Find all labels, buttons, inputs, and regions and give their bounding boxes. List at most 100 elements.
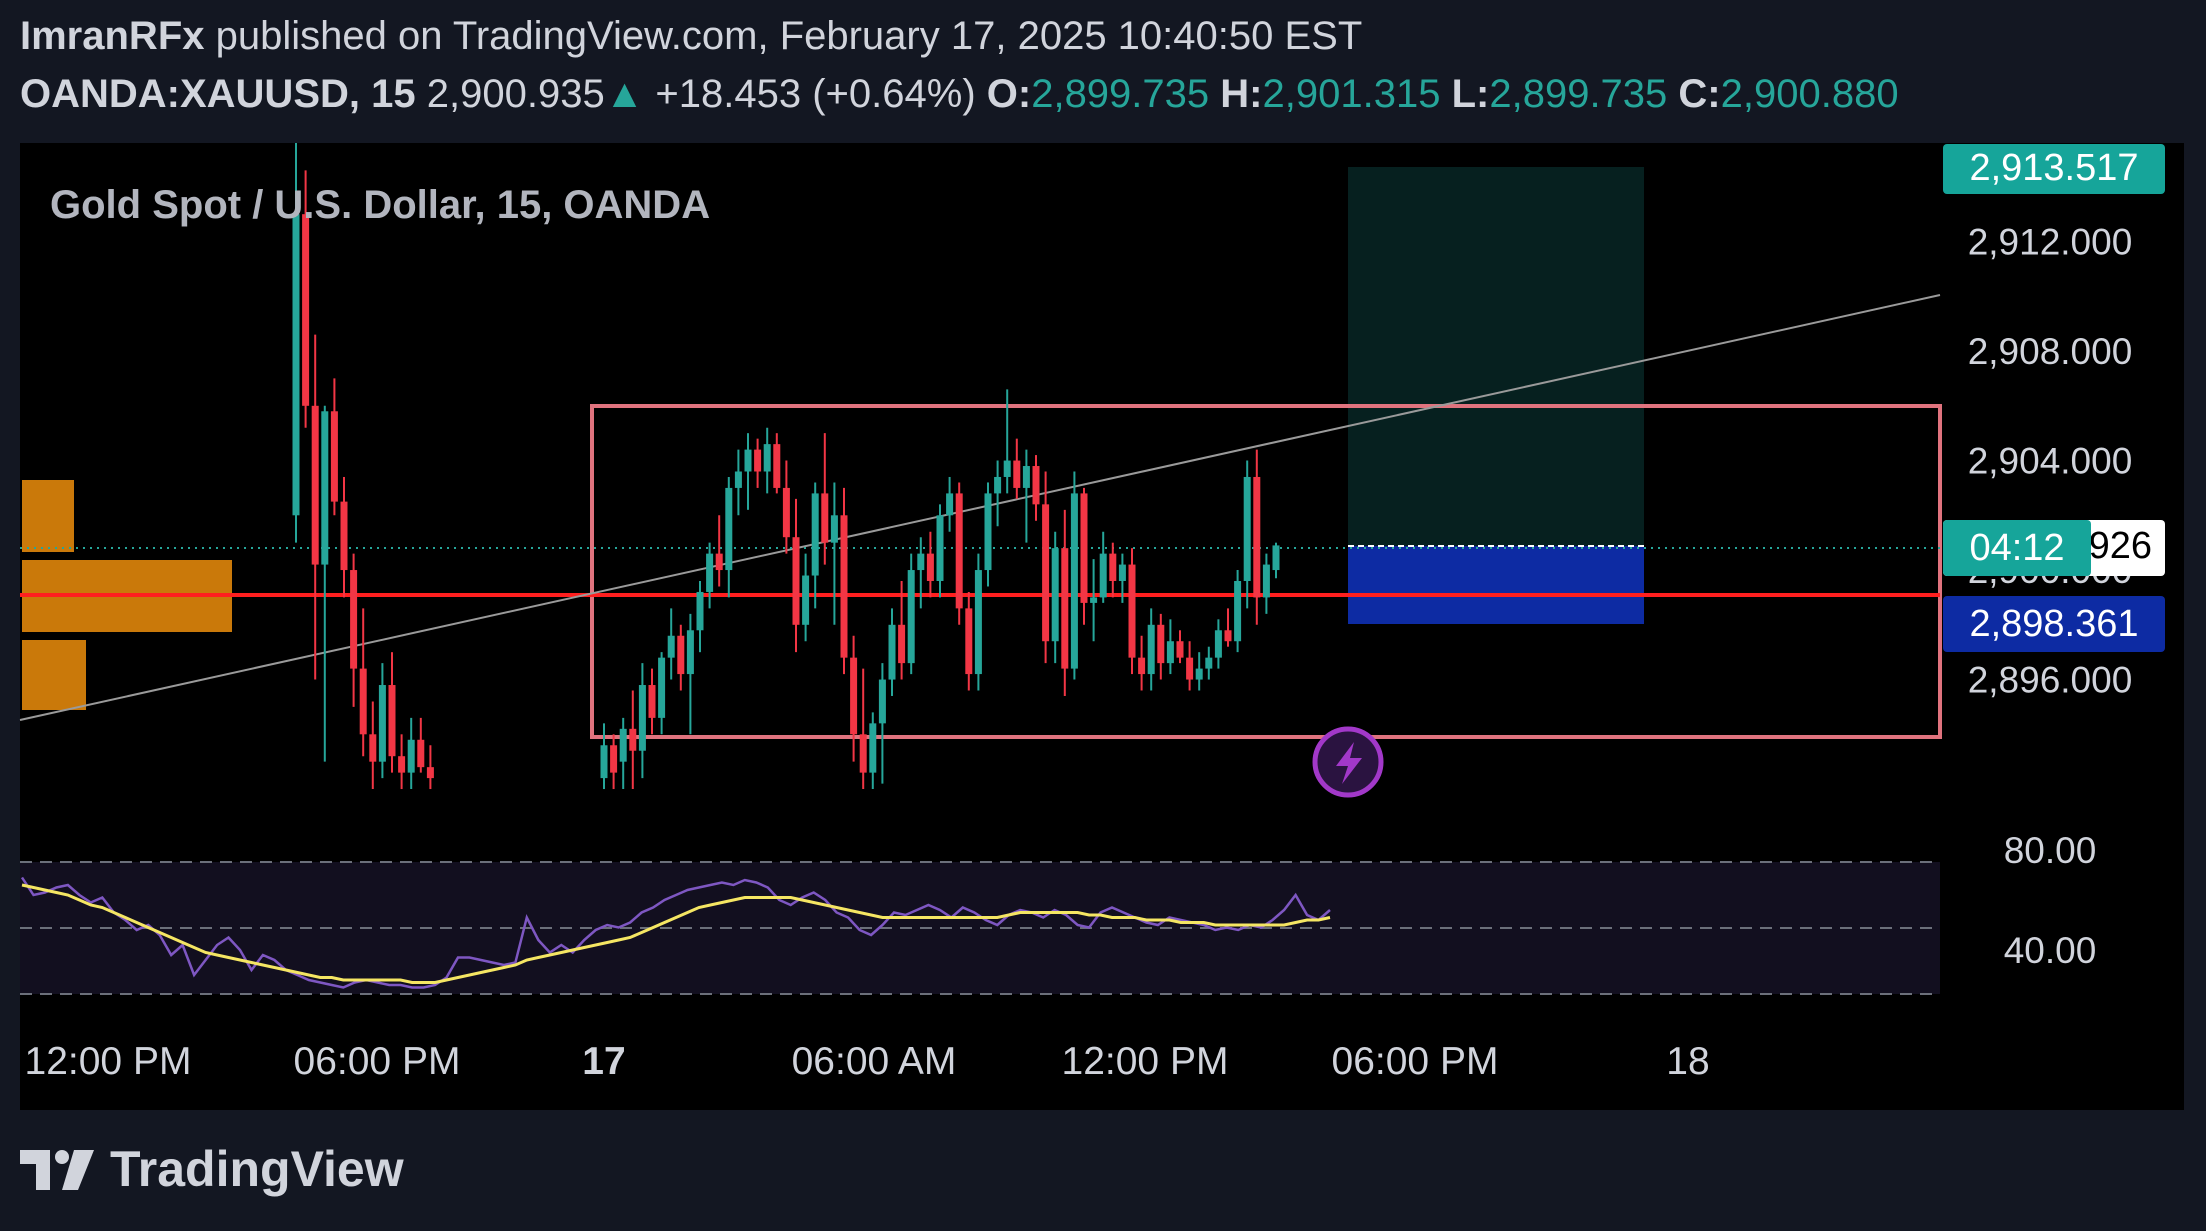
price-tick-label: 2,896.000 xyxy=(1968,660,2133,701)
candle-body xyxy=(1032,466,1040,505)
candle-body xyxy=(725,487,733,571)
target-price-text: 2,913.517 xyxy=(1969,147,2138,189)
candle-body xyxy=(773,444,781,488)
volume-profile-bar xyxy=(22,480,74,552)
candle-body xyxy=(398,756,406,773)
candle-body xyxy=(1118,564,1126,581)
candle-body xyxy=(417,739,425,768)
candle-body xyxy=(330,411,338,502)
time-tick-label: 06:00 PM xyxy=(294,1040,461,1083)
candle-body xyxy=(321,411,329,565)
candle-body xyxy=(1186,657,1194,680)
candle-body xyxy=(292,214,300,516)
candle-body xyxy=(1022,466,1030,488)
candle-body xyxy=(888,624,896,680)
chart-canvas[interactable]: 2,912.0002,908.0002,904.0002,900.0002,89… xyxy=(0,0,2206,1231)
candle-body xyxy=(898,624,906,664)
time-tick-label: 17 xyxy=(582,1040,625,1083)
candle-body xyxy=(811,493,819,576)
candle-body xyxy=(878,679,886,724)
candle-body xyxy=(350,570,358,669)
current-price-text: 926 xyxy=(2089,525,2152,567)
candle-body xyxy=(378,685,386,762)
candle-body xyxy=(802,575,810,625)
candle-body xyxy=(1214,630,1222,658)
candle-body xyxy=(658,657,666,718)
rsi-tick-label: 40.00 xyxy=(2004,930,2097,971)
candle-body xyxy=(1224,630,1232,642)
time-axis[interactable]: 12:00 PM 06:00 PM 17 06:00 AM 12:00 PM 06:00 … xyxy=(25,1040,1710,1083)
candle-body xyxy=(869,723,877,773)
candle-body xyxy=(388,685,396,757)
candle-body xyxy=(782,487,790,538)
candle-body xyxy=(1109,553,1117,581)
entry-price-text: 2,898.361 xyxy=(1969,603,2138,645)
candle-body xyxy=(1099,553,1107,598)
volume-profile-bar xyxy=(22,640,86,710)
price-tick-label: 2,908.000 xyxy=(1968,331,2133,372)
brand-name: TradingView xyxy=(110,1141,404,1197)
candle-body xyxy=(648,685,656,718)
candle-body xyxy=(1272,545,1280,571)
candle-body xyxy=(638,685,646,751)
price-tick-label: 2,904.000 xyxy=(1968,441,2133,482)
candle-body xyxy=(840,515,848,658)
candle-body xyxy=(677,635,685,675)
candle-body xyxy=(1090,597,1098,603)
chart-legend[interactable]: Gold Spot / U.S. Dollar, 15, OANDA xyxy=(50,183,710,227)
candle-body xyxy=(974,570,982,675)
rsi-tick-label: 80.00 xyxy=(2004,830,2097,871)
candle-body xyxy=(696,591,704,631)
candle-body xyxy=(1234,581,1242,642)
candle-body xyxy=(629,728,637,751)
candle-body xyxy=(754,449,762,472)
candle-body xyxy=(1262,564,1270,598)
candle-body xyxy=(917,553,925,571)
candle-body xyxy=(686,630,694,675)
countdown-text: 04:12 xyxy=(1969,527,2064,569)
candle-body xyxy=(821,493,829,543)
candle-body xyxy=(1061,548,1069,669)
candle-body xyxy=(792,537,800,625)
candle-body xyxy=(426,767,434,779)
candle-body xyxy=(744,449,752,472)
candle-body xyxy=(946,493,954,516)
candle-body xyxy=(994,476,1002,494)
candle-body xyxy=(850,657,858,735)
candle-body xyxy=(340,501,348,571)
candle-body xyxy=(1013,460,1021,488)
candle-body xyxy=(984,493,992,571)
lightning-icon[interactable] xyxy=(1312,726,1384,798)
candle-body xyxy=(1157,624,1165,664)
time-tick-label: 06:00 AM xyxy=(792,1040,957,1083)
candle-body xyxy=(369,734,377,762)
candle-body xyxy=(830,515,838,543)
candles-group xyxy=(292,143,1280,790)
candle-body xyxy=(1138,657,1146,675)
candle-body xyxy=(407,739,415,773)
time-tick-label: 06:00 PM xyxy=(1332,1040,1499,1083)
candle-body xyxy=(619,728,627,762)
candle-body xyxy=(734,471,742,488)
tradingview-logo[interactable]: TradingView xyxy=(18,1138,404,1200)
candle-body xyxy=(600,745,608,779)
candle-body xyxy=(1070,493,1078,669)
candle-body xyxy=(359,668,367,735)
time-tick-label: 12:00 PM xyxy=(1062,1040,1229,1083)
candle-body xyxy=(1253,476,1261,598)
stop-zone[interactable] xyxy=(1348,546,1644,624)
candle-body xyxy=(1147,624,1155,675)
target-zone[interactable] xyxy=(1348,167,1644,546)
candle-body xyxy=(1042,504,1050,642)
candle-body xyxy=(1195,668,1203,680)
candle-body xyxy=(610,745,618,773)
candle-body xyxy=(302,214,310,406)
candle-body xyxy=(1080,493,1088,603)
candle-body xyxy=(1051,548,1059,642)
candle-body xyxy=(1128,564,1136,658)
candle-body xyxy=(907,570,915,664)
candle-body xyxy=(1003,460,1011,477)
candle-body xyxy=(667,635,675,658)
candle-body xyxy=(1205,657,1213,669)
candle-body xyxy=(955,493,963,609)
